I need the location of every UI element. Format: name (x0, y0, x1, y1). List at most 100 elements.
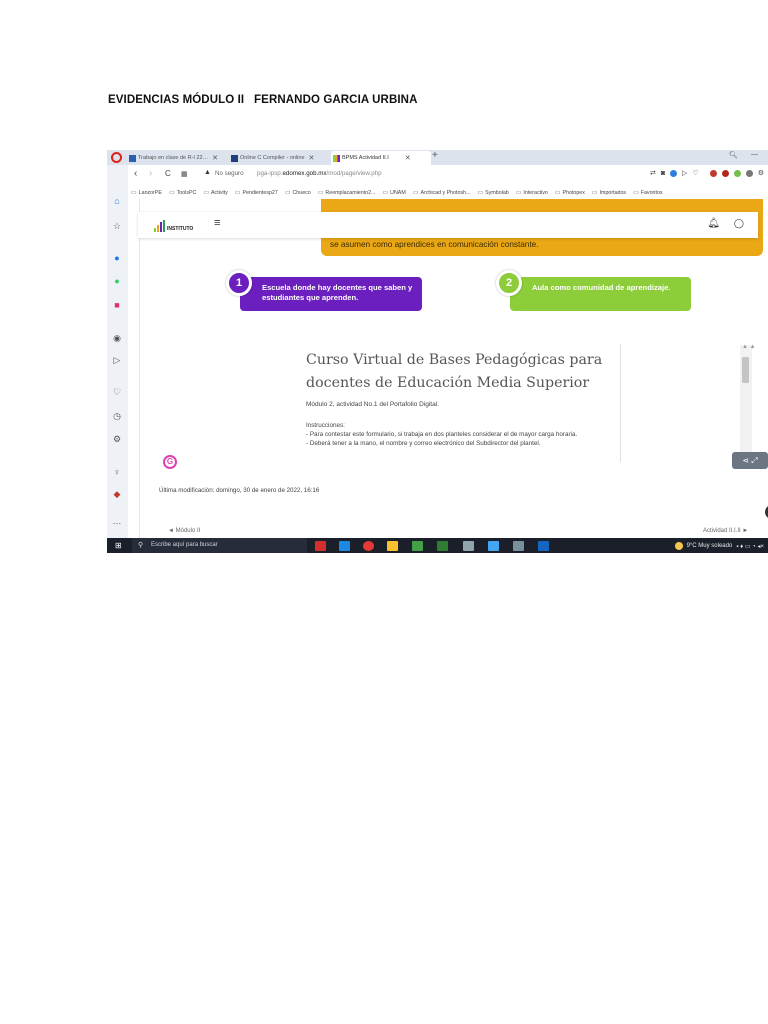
bookmark-item[interactable]: Archicad y Photosh... (413, 189, 470, 196)
taskbar-search[interactable]: ⚲ Escribe aquí para buscar (132, 538, 307, 553)
calculator-icon[interactable] (513, 541, 524, 551)
instructions-heading: Instrucciones: (306, 422, 345, 429)
extension-icon[interactable] (745, 169, 753, 177)
word-icon[interactable] (538, 541, 549, 551)
institute-logo[interactable]: INSTITUTO (154, 220, 193, 232)
chat-icon[interactable]: ◯ (734, 218, 744, 229)
tab-bpms[interactable]: BPMS Actividad II.I ✕ (331, 151, 431, 165)
app-icon[interactable] (463, 541, 474, 551)
scrollbar-thumb[interactable] (742, 357, 749, 383)
extension-icon[interactable] (721, 169, 729, 177)
lightbulb-icon[interactable]: ♀ (111, 466, 123, 478)
new-tab-button[interactable]: + (432, 150, 438, 161)
app-icon[interactable] (339, 541, 350, 551)
next-activity-link[interactable]: Actividad II.I.II ► (703, 528, 748, 534)
tray-icons[interactable]: ▪ ♦ ▭ ◔ ◂× (736, 543, 764, 550)
web-page: se asumen como aprendices en comunicació… (128, 199, 768, 538)
embedded-form[interactable]: Curso Virtual de Bases Pedagógicas para … (306, 349, 618, 462)
back-icon[interactable]: ‹ (134, 168, 137, 179)
address-bar: ‹ › C ▦ ▲ No seguro pga-ipsp.edomex.gob.… (107, 165, 768, 185)
send-icon[interactable]: ▷ (682, 169, 687, 177)
share-icon: ⋖ (742, 456, 750, 465)
more-icon[interactable]: … (111, 515, 123, 527)
tab-label: Online C Compiler - online (240, 155, 305, 161)
close-icon[interactable]: ✕ (212, 154, 218, 162)
whatsapp-icon[interactable]: ● (111, 275, 123, 287)
fullscreen-icon: ⤢ (751, 456, 758, 465)
star-icon[interactable]: ☆ (111, 220, 123, 232)
bookmark-item[interactable]: Pendientesp27 (235, 189, 277, 196)
bell-icon[interactable]: 🔔︎ (707, 218, 720, 229)
browser-screenshot: Trabajo en clase de R-I 22… ✕ Online C C… (107, 150, 768, 553)
opera-icon[interactable] (363, 541, 374, 551)
send-icon[interactable]: ▷ (111, 354, 123, 366)
chart-favicon-icon (333, 154, 340, 162)
card-aula: Aula como comunidad de aprendizaje. (510, 277, 691, 311)
g-logo-icon[interactable]: G (163, 455, 177, 469)
reload-icon[interactable]: C (165, 169, 171, 178)
windows-start-icon[interactable]: ⊞ (115, 541, 122, 550)
security-status[interactable]: No seguro (215, 170, 244, 177)
excel-icon[interactable] (437, 541, 448, 551)
shield-icon[interactable]: ◆ (111, 488, 123, 500)
heart-icon[interactable]: ♡ (111, 386, 123, 398)
tab-compiler[interactable]: Online C Compiler - online ✕ (231, 151, 331, 165)
form-instructions: Instrucciones: - Para contestar este for… (306, 421, 618, 448)
compiler-favicon-icon (231, 154, 238, 162)
instagram-icon[interactable]: ■ (111, 299, 123, 311)
instruction-item: - Deberá tener a la mano, el nombre y co… (306, 440, 541, 447)
minimize-icon[interactable]: — (751, 151, 758, 158)
bookmark-item[interactable]: Activity (203, 189, 228, 196)
warning-icon: ▲ (204, 169, 211, 176)
scroll-up-icon[interactable]: ▲ ▲ (742, 344, 756, 350)
history-icon[interactable]: ◷ (111, 410, 123, 422)
browser-sidebar: ⌂ ☆ ● ● ■ ◉ ▷ ♡ ◷ ⚙ ♀ ◆ … (107, 165, 128, 538)
expand-button[interactable]: ⋖ ⤢ (732, 452, 768, 469)
bookmark-item[interactable]: ToolsPC (169, 189, 197, 196)
last-modified: Última modificación: domingo, 30 de ener… (159, 487, 320, 494)
speed-dial-icon[interactable]: ▦ (181, 170, 188, 178)
player-icon[interactable]: ◉ (111, 332, 123, 344)
instruction-item: - Para contestar este formulario, si tra… (306, 431, 578, 438)
content-divider (139, 199, 140, 538)
settings-icon[interactable]: ⚙ (758, 169, 764, 177)
weather-text[interactable]: 9°C Muy soleado (687, 543, 733, 549)
prev-module-link[interactable]: ◄ Módulo II (168, 528, 200, 534)
bookmark-item[interactable]: Importados (592, 189, 627, 196)
bookmark-item[interactable]: Photopex (555, 189, 585, 196)
bookmark-item[interactable]: Reemplacamiento2... (318, 189, 375, 196)
search-icon: ⚲ (138, 542, 144, 549)
bookmark-item[interactable]: UNAM (382, 189, 406, 196)
bookmarks-bar: LanzorPE ToolsPC Activity Pendientesp27 … (131, 185, 768, 199)
bookmark-item[interactable]: Favoritos (633, 189, 663, 196)
settings-icon[interactable]: ⚙ (111, 433, 123, 445)
explorer-icon[interactable] (387, 541, 398, 551)
bookmark-item[interactable]: Symbolab (478, 189, 509, 196)
camera-icon[interactable]: ◙ (661, 170, 665, 177)
vpn-icon[interactable] (670, 169, 678, 177)
close-icon[interactable]: ✕ (405, 154, 411, 162)
extension-icon[interactable] (733, 169, 741, 177)
search-tabs-icon[interactable]: 🔍︎ (729, 151, 738, 159)
forward-icon[interactable]: › (149, 168, 152, 179)
tab-bar: Trabajo en clase de R-I 22… ✕ Online C C… (107, 150, 768, 165)
messenger-icon[interactable]: ● (111, 252, 123, 264)
menu-icon[interactable]: ≡ (214, 217, 220, 229)
heart-icon[interactable]: ♡ (692, 169, 698, 177)
app-icon[interactable] (488, 541, 499, 551)
address-icons: ⇄ ◙ ▷ ♡ ⚙ (650, 169, 764, 177)
close-icon[interactable]: ✕ (309, 154, 315, 162)
taskbar: ⊞ ⚲ Escribe aquí para buscar 9°C Muy sol… (107, 538, 768, 553)
bookmark-item[interactable]: Interactivo (516, 189, 547, 196)
app-icon[interactable] (412, 541, 423, 551)
bookmark-item[interactable]: Chueco (285, 189, 310, 196)
card-text: Aula como comunidad de aprendizaje. (532, 283, 671, 292)
extension-icon[interactable] (709, 169, 717, 177)
home-icon[interactable]: ⌂ (111, 195, 123, 207)
url-field[interactable]: pga-ipsp.edomex.gob.mx/mod/page/view.php (257, 170, 382, 177)
opera-logo-icon[interactable] (111, 152, 122, 163)
bookmark-item[interactable]: LanzorPE (131, 189, 162, 196)
tab-trabajo[interactable]: Trabajo en clase de R-I 22… ✕ (129, 151, 229, 165)
acrobat-icon[interactable] (315, 541, 326, 551)
translate-icon[interactable]: ⇄ (650, 169, 656, 177)
